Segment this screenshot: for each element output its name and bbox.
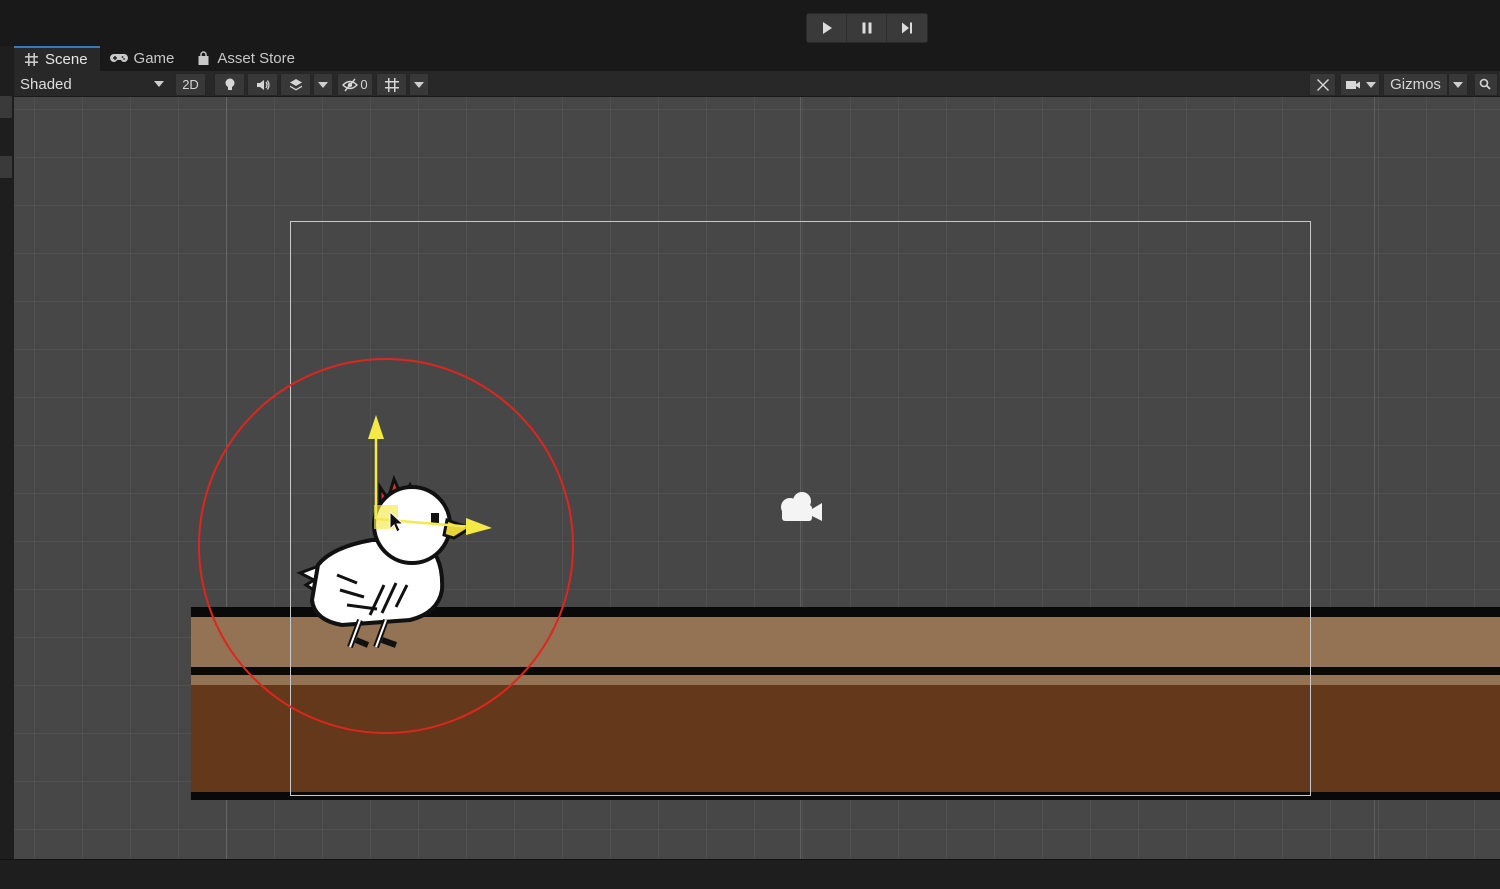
gizmos-label: Gizmos (1390, 76, 1441, 93)
chevron-down-icon (1365, 81, 1376, 88)
tab-scene[interactable]: Scene (14, 46, 100, 71)
layers-effects-icon (289, 78, 302, 90)
shopping-bag-icon (198, 51, 209, 65)
scene-search-button[interactable] (1474, 73, 1498, 96)
shading-mode-dropdown[interactable]: Shaded (20, 73, 164, 95)
grid-toggle-button[interactable] (376, 73, 407, 96)
tab-scene-label: Scene (45, 51, 88, 68)
scene-view-toolbar: Shaded 2D 0 Gizmos (14, 71, 1500, 97)
effects-toggle-button[interactable] (280, 73, 311, 96)
tab-asset-store[interactable]: Asset Store (186, 46, 307, 71)
red-highlight-circle (198, 358, 574, 734)
lighting-toggle-button[interactable] (214, 73, 245, 96)
eye-hidden-icon (342, 78, 359, 91)
video-camera-icon (1345, 80, 1360, 89)
pause-icon (862, 22, 871, 34)
chevron-down-icon (414, 81, 424, 88)
step-icon (902, 22, 912, 34)
chevron-down-icon (318, 81, 328, 88)
audio-toggle-button[interactable] (247, 73, 278, 96)
toggle-2d-button[interactable]: 2D (175, 73, 206, 96)
playmode-controls (806, 13, 928, 43)
grid-dropdown-button[interactable] (409, 73, 429, 96)
speaker-icon (256, 79, 270, 90)
tab-game[interactable]: Game (100, 46, 187, 71)
gamepad-icon (109, 54, 128, 62)
status-bar (0, 859, 1500, 889)
camera-gizmo-icon[interactable] (776, 489, 826, 527)
grid-hash-icon (25, 53, 38, 66)
grid-snap-icon (384, 77, 399, 92)
play-icon (822, 22, 832, 34)
tab-asset-store-label: Asset Store (217, 50, 295, 67)
step-button[interactable] (887, 14, 927, 42)
panel-resize-handle[interactable] (0, 96, 12, 118)
search-icon (1479, 78, 1491, 90)
scene-viewport[interactable] (14, 97, 1500, 859)
shading-mode-value: Shaded (20, 75, 72, 93)
chevron-down-icon (154, 81, 164, 87)
chevron-down-icon (1453, 81, 1463, 88)
window-tab-bar: Scene Game Asset Store (14, 46, 1500, 71)
tools-icon (1316, 78, 1329, 91)
toggle-2d-label: 2D (182, 77, 199, 92)
lightbulb-icon (225, 78, 234, 90)
left-panel-edge (0, 46, 14, 859)
panel-resize-handle-2[interactable] (0, 156, 12, 178)
pause-button[interactable] (847, 14, 887, 42)
effects-dropdown-button[interactable] (313, 73, 333, 96)
tab-game-label: Game (133, 50, 175, 67)
tools-toggle-button[interactable] (1309, 73, 1336, 96)
hidden-object-count: 0 (360, 77, 368, 92)
main-toolbar (0, 0, 1500, 46)
camera-settings-button[interactable] (1340, 73, 1380, 96)
gizmos-button[interactable]: Gizmos (1383, 73, 1448, 96)
play-button[interactable] (807, 14, 847, 42)
scene-visibility-button[interactable]: 0 (337, 73, 373, 96)
gizmos-dropdown-button[interactable] (1448, 73, 1468, 96)
